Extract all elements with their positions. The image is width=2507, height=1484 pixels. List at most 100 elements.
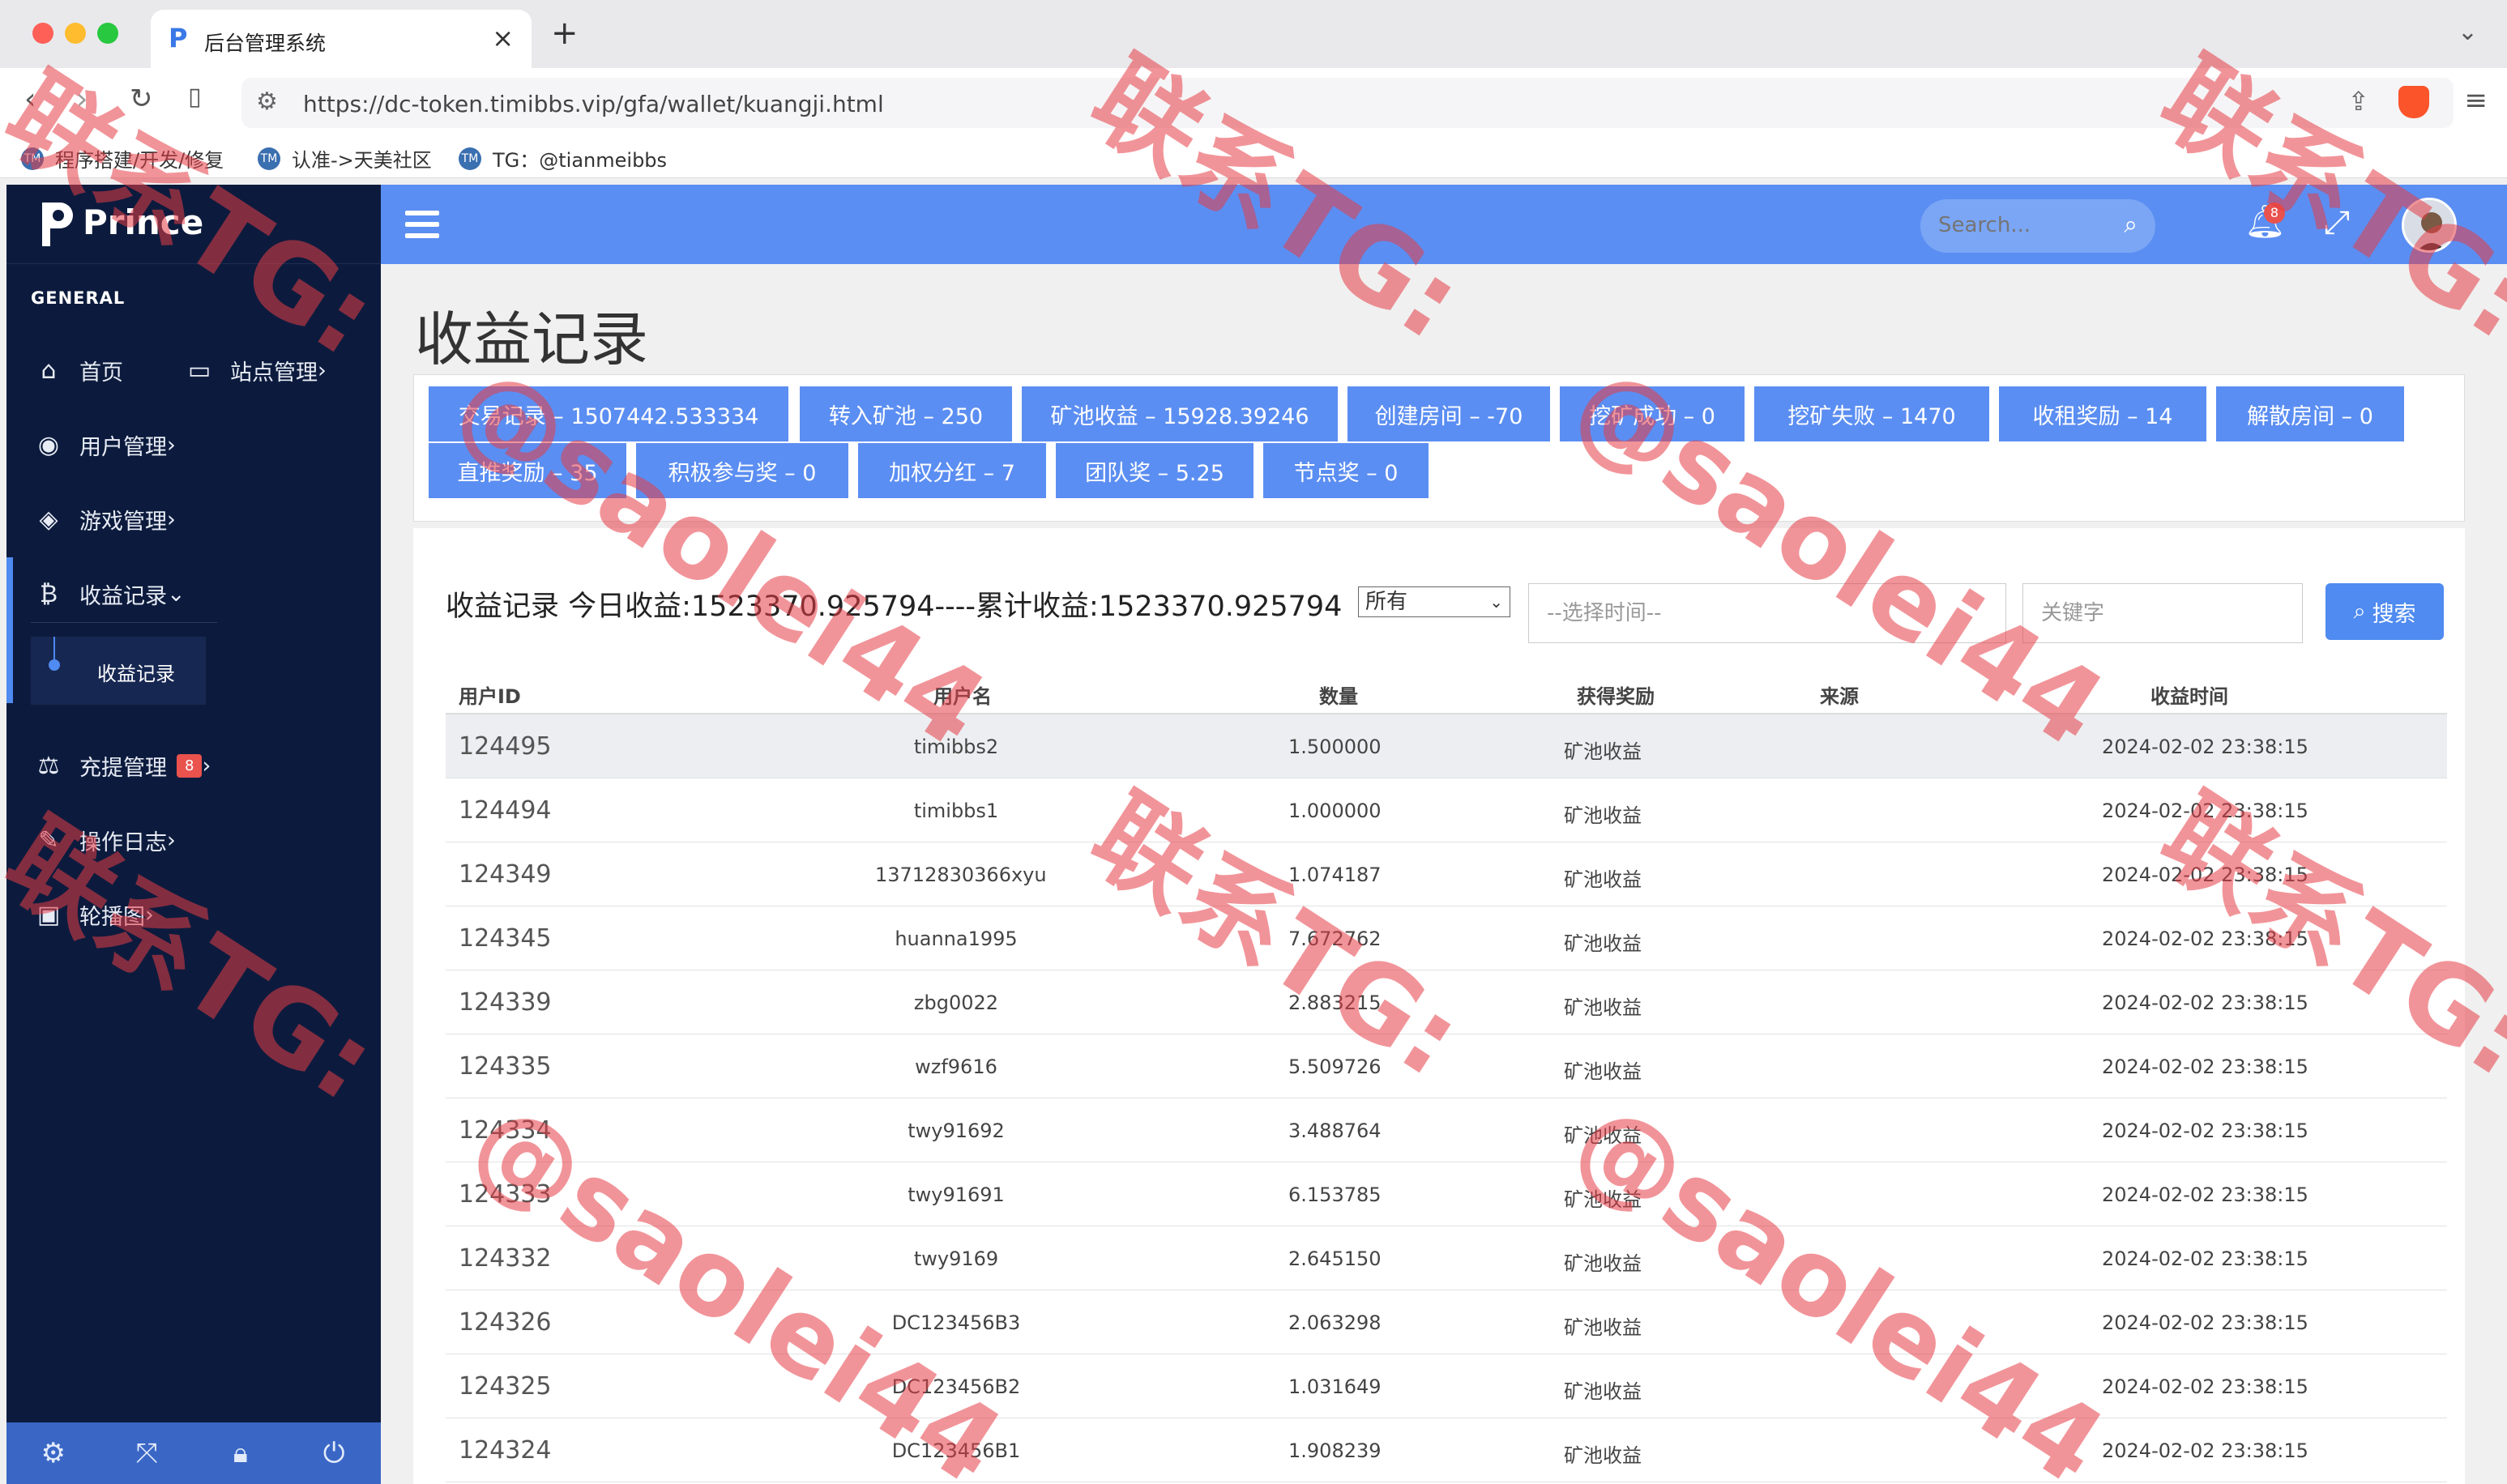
- bookmark-item[interactable]: TM 程序搭建/开发/修复: [21, 144, 224, 173]
- browser-tab[interactable]: P 后台管理系统 ×: [151, 10, 532, 68]
- stat-button[interactable]: 矿池收益 – 15928.39246: [1022, 386, 1338, 441]
- cell-time: 2024-02-02 23:38:15: [2102, 1055, 2308, 1078]
- cell-amount: 2.645150: [1288, 1247, 1382, 1270]
- gear-icon[interactable]: ⚙: [29, 1437, 78, 1469]
- stat-button[interactable]: 挖矿成功 – 0: [1560, 386, 1745, 441]
- cell-reward: 矿池收益: [1564, 740, 1642, 763]
- table-row[interactable]: 124326 DC123456B3 2.063298 矿池收益 2024-02-02 2…: [446, 1290, 2447, 1354]
- window-zoom-button[interactable]: [97, 23, 118, 44]
- sidebar-item-deposit-withdraw[interactable]: ⚖ 充提管理 8 ›: [34, 750, 211, 782]
- back-icon[interactable]: ‹: [24, 83, 36, 116]
- address-bar[interactable]: ⚙ https://dc-token.timibbs.vip/gfa/walle…: [241, 78, 2454, 128]
- admin-app: Prince GENERAL ⌂ 首页 ▭ 站点管理 › ◉ 用户管理 › ◈ 游戏…: [6, 185, 2507, 1484]
- cell-reward: 矿池收益: [1564, 996, 1642, 1019]
- cell-reward: 矿池收益: [1564, 1060, 1642, 1083]
- sidebar-footer: ⚙ ⤧ 🔒︎ ⏻: [6, 1422, 381, 1484]
- window-close-button[interactable]: [32, 23, 53, 44]
- sidebar-item-label: 站点管理: [230, 360, 318, 386]
- submenu-item-earnings-records[interactable]: 收益记录: [31, 637, 206, 705]
- power-icon[interactable]: ⏻: [310, 1437, 358, 1469]
- sidebar-item-operation-log[interactable]: ✎ 操作日志 ›: [34, 825, 175, 856]
- table-row[interactable]: 124334 twy91692 3.488764 矿池收益 2024-02-02 23:…: [446, 1098, 2447, 1162]
- sidebar-item-carousel[interactable]: ▣ 轮播图 ›: [34, 899, 154, 931]
- cell-username: twy91692: [908, 1119, 1005, 1142]
- table-row[interactable]: 124494 timibbs1 1.000000 矿池收益 2024-02-02 23:…: [446, 778, 2447, 842]
- site-settings-icon[interactable]: ⚙: [256, 87, 278, 116]
- search-box[interactable]: ⌕: [1920, 199, 2155, 253]
- cell-username: twy9169: [913, 1247, 999, 1270]
- search-icon[interactable]: ⌕: [2124, 211, 2138, 239]
- table-row[interactable]: 124495 timibbs2 1.500000 矿池收益 2024-02-02 23:…: [446, 714, 2447, 778]
- sidebar-item-site-management[interactable]: ▭ 站点管理 ›: [185, 355, 327, 386]
- sidebar-item-games[interactable]: ◈ 游戏管理 ›: [34, 504, 175, 535]
- search-button[interactable]: ⌕ 搜索: [2325, 583, 2444, 640]
- table-row[interactable]: 124325 DC123456B2 1.031649 矿池收益 2024-02-02 2…: [446, 1354, 2447, 1418]
- table-row[interactable]: 124332 twy9169 2.645150 矿池收益 2024-02-02 23:3…: [446, 1226, 2447, 1290]
- column-header[interactable]: 获得奖励: [1577, 680, 1655, 709]
- bookmark-item[interactable]: TM TG：@tianmeibbs: [459, 144, 667, 173]
- records-table: 用户ID 用户名 数量 获得奖励 来源 收益时间 124495 timibbs2 1…: [446, 669, 2447, 1482]
- browser-menu-icon[interactable]: ≡: [2465, 84, 2488, 117]
- cell-user-id: 124495: [459, 732, 552, 761]
- bookmark-icon[interactable]: ▯: [188, 83, 202, 111]
- stat-button[interactable]: 解散房间 – 0: [2216, 386, 2404, 441]
- cell-time: 2024-02-02 23:38:15: [2102, 1375, 2308, 1398]
- reload-icon[interactable]: ↻: [130, 83, 153, 115]
- table-row[interactable]: 124345 huanna1995 7.672762 矿池收益 2024-02-02 2…: [446, 906, 2447, 970]
- column-header[interactable]: 用户名: [933, 680, 992, 709]
- column-header[interactable]: 数量: [1319, 680, 1358, 709]
- bookmarks-bar: TM 程序搭建/开发/修复 TM 认准->天美社区 TM TG：@tianmeibbs: [0, 138, 2507, 178]
- avatar[interactable]: [2402, 198, 2457, 253]
- stat-button[interactable]: 挖矿失败 – 1470: [1754, 386, 1989, 441]
- expand-icon[interactable]: ⤧: [122, 1437, 171, 1469]
- lock-icon[interactable]: 🔒︎: [216, 1437, 265, 1469]
- cell-user-id: 124494: [459, 796, 552, 825]
- cube-icon: ◈: [39, 505, 58, 534]
- time-range-input[interactable]: --选择时间--: [1528, 583, 2006, 643]
- bookmark-item[interactable]: TM 认准->天美社区: [258, 144, 432, 173]
- table-row[interactable]: 124349 13712830366xyu 1.074187 矿池收益 2024-02-…: [446, 842, 2447, 906]
- new-tab-icon[interactable]: +: [551, 15, 579, 52]
- stat-button[interactable]: 创建房间 – -70: [1347, 386, 1550, 441]
- stat-button[interactable]: 团队奖 – 5.25: [1056, 443, 1254, 498]
- table-row[interactable]: 124335 wzf9616 5.509726 矿池收益 2024-02-02 23:3…: [446, 1034, 2447, 1098]
- stat-button[interactable]: 交易记录 – 1507442.533334: [429, 386, 788, 441]
- column-header[interactable]: 来源: [1820, 680, 1859, 709]
- table-row[interactable]: 124333 twy91691 6.153785 矿池收益 2024-02-02 23:…: [446, 1162, 2447, 1226]
- monitor-icon: ▭: [187, 356, 211, 385]
- cell-user-id: 124324: [459, 1436, 552, 1465]
- table-row[interactable]: 124324 DC123456B1 1.908239 矿池收益 2024-02-02 2…: [446, 1418, 2447, 1482]
- column-header[interactable]: 收益时间: [2150, 680, 2228, 709]
- stat-button[interactable]: 积极参与奖 – 0: [636, 443, 848, 498]
- share-icon[interactable]: ⇪: [2347, 86, 2369, 117]
- stat-button[interactable]: 转入矿池 – 250: [800, 386, 1012, 441]
- bitcoin-icon: ₿: [39, 580, 58, 608]
- brave-shield-icon[interactable]: [2398, 86, 2429, 118]
- url-text: https://dc-token.timibbs.vip/gfa/wallet/…: [303, 91, 884, 117]
- fullscreen-icon[interactable]: ⤢: [2324, 204, 2350, 241]
- tab-close-icon[interactable]: ×: [492, 23, 514, 53]
- stat-button[interactable]: 收租奖励 – 14: [1999, 386, 2206, 441]
- window-minimize-button[interactable]: [65, 23, 86, 44]
- sidebar-item-earnings[interactable]: ₿ 收益记录 ⌄: [34, 578, 186, 610]
- sidebar-item-home[interactable]: ⌂ 首页: [34, 355, 123, 386]
- sidebar-item-users[interactable]: ◉ 用户管理 ›: [34, 429, 176, 461]
- records-panel: 收益记录 今日收益:1523370.925794----累计收益:1523370…: [413, 528, 2465, 1484]
- column-header[interactable]: 用户ID: [459, 680, 521, 709]
- type-filter-select[interactable]: 所有 ⌄: [1358, 586, 1510, 617]
- hamburger-menu-icon[interactable]: [405, 211, 439, 238]
- keyword-input[interactable]: 关键字: [2022, 583, 2303, 643]
- bookmark-label: 程序搭建/开发/修复: [55, 149, 224, 172]
- forward-icon[interactable]: ›: [76, 83, 88, 116]
- chevron-down-icon[interactable]: ⌄: [2458, 18, 2478, 46]
- brand[interactable]: Prince: [6, 185, 381, 264]
- cell-username: wzf9616: [915, 1055, 997, 1078]
- stat-button[interactable]: 加权分红 – 7: [858, 443, 1046, 498]
- cell-username: huanna1995: [895, 927, 1018, 950]
- stat-button[interactable]: 节点奖 – 0: [1263, 443, 1429, 498]
- table-header: 用户ID 用户名 数量 获得奖励 来源 收益时间: [446, 669, 2447, 714]
- search-input[interactable]: [1938, 213, 2108, 237]
- notification-badge: 8: [2264, 203, 2285, 224]
- table-row[interactable]: 124339 zbg0022 2.883215 矿池收益 2024-02-02 23:3…: [446, 970, 2447, 1034]
- stat-button[interactable]: 直推奖励 – 35: [429, 443, 626, 498]
